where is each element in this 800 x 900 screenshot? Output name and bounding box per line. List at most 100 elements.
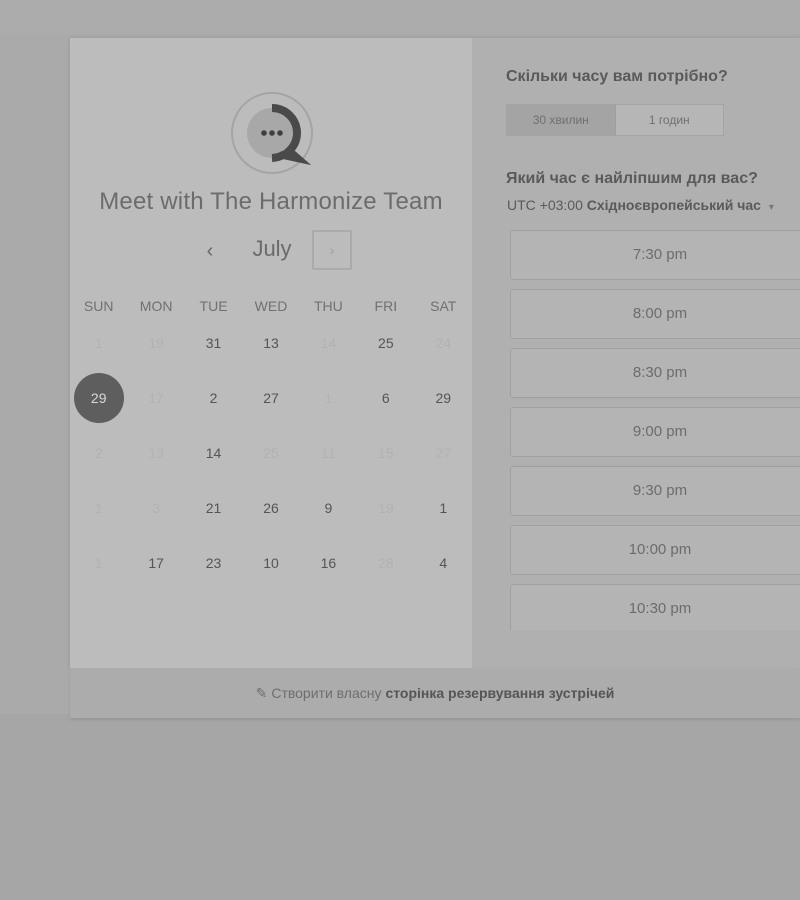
calendar-day-number: 17 <box>148 555 164 571</box>
weekday-sun: SUN <box>83 298 114 314</box>
calendar-day-number: 17 <box>148 390 164 406</box>
calendar-day-number: 25 <box>263 445 279 461</box>
calendar-day[interactable]: 14 <box>185 438 242 468</box>
calendar-day-number: 1 <box>439 500 448 516</box>
calendar-day-number: 1 <box>94 500 103 516</box>
calendar-day: 19 <box>127 328 184 358</box>
calendar-day-number: 21 <box>205 500 222 516</box>
caret-down-icon: ▾ <box>768 202 774 213</box>
month-label: July <box>252 236 292 261</box>
footer-text: Створити власну <box>271 685 382 701</box>
weekday-sat: SAT <box>430 298 457 314</box>
calendar-day-number: 24 <box>435 335 452 351</box>
calendar-day-number: 27 <box>435 445 452 461</box>
duration-question: Скільки часу вам потрібно? <box>506 68 728 85</box>
time-slot-list[interactable]: 7:30 pm 8:00 pm 8:30 pm 9:00 pm 9:30 pm … <box>472 230 800 630</box>
calendar-day[interactable]: 2 <box>185 383 242 413</box>
calendar-day[interactable]: 23 <box>185 548 242 578</box>
pencil-icon: ✎ <box>255 684 268 701</box>
calendar-week-row: 2 13 14 25 11 15 27 <box>70 438 472 468</box>
footer-bar[interactable]: ✎ Створити власну сторінка резервування … <box>70 668 800 718</box>
calendar-day-number: 15 <box>378 445 394 461</box>
time-slot[interactable]: 9:00 pm <box>510 407 800 457</box>
calendar-day-number: 1 <box>94 555 103 571</box>
calendar-day: 1 <box>70 548 127 578</box>
calendar-day[interactable]: 1 <box>415 493 472 523</box>
calendar-day: 28 <box>357 548 414 578</box>
duration-30-min-button[interactable]: 30 хвилин <box>507 105 616 135</box>
duration-selector: 30 хвилин 1 годин <box>506 104 724 136</box>
calendar-day-number: 31 <box>205 335 222 351</box>
calendar-day-number: 19 <box>378 500 394 516</box>
time-question: Який час є найліпшим для вас? <box>506 170 758 187</box>
calendar-day: 1 <box>300 383 357 413</box>
calendar-day-number: 28 <box>378 555 394 571</box>
calendar-day[interactable]: 13 <box>242 328 299 358</box>
calendar-day: 13 <box>127 438 184 468</box>
calendar-day[interactable]: 26 <box>242 493 299 523</box>
weekday-mon: MON <box>139 298 173 314</box>
calendar-day-number: 1 <box>94 335 103 351</box>
weekday-fri: FRI <box>374 298 398 314</box>
calendar-day: 24 <box>415 328 472 358</box>
calendar-day-number: 26 <box>263 500 279 516</box>
calendar-day-number: 16 <box>320 555 337 571</box>
calendar-day[interactable]: 6 <box>357 383 414 413</box>
calendar-day[interactable]: 9 <box>300 493 357 523</box>
footer-link[interactable]: сторінка резервування зустрічей <box>385 685 614 701</box>
timezone-name: Східноєвропейський час <box>586 197 761 213</box>
time-slot[interactable]: 7:30 pm <box>510 230 800 280</box>
calendar-day: 15 <box>357 438 414 468</box>
calendar-day: 2 <box>70 438 127 468</box>
calendar-week-row: 1 17 23 10 16 28 4 <box>70 548 472 578</box>
calendar-day-number: 29 <box>435 390 452 406</box>
calendar-day: 1 <box>70 328 127 358</box>
top-strip <box>0 0 800 35</box>
calendar-day-number: 2 <box>94 445 103 461</box>
calendar-day: 1 <box>70 493 127 523</box>
calendar-week-row: 29 17 2 27 1 6 29 <box>70 373 472 423</box>
calendar-day: 19 <box>357 493 414 523</box>
prev-month-button[interactable]: ‹ <box>196 238 224 266</box>
calendar-day: 27 <box>415 438 472 468</box>
calendar-day-number: 13 <box>148 445 164 461</box>
calendar-day-number: 19 <box>148 335 164 351</box>
calendar-day-number: 6 <box>381 390 390 406</box>
calendar-day-number: 14 <box>320 335 337 351</box>
calendar-day: 14 <box>300 328 357 358</box>
calendar-day[interactable]: 10 <box>242 548 299 578</box>
calendar-day-number: 11 <box>321 445 336 461</box>
time-slot[interactable]: 9:30 pm <box>510 466 800 516</box>
timezone-offset: UTC +03:00 <box>507 197 583 213</box>
calendar-day-number: 1 <box>324 390 333 406</box>
calendar-day-number: 2 <box>209 390 218 406</box>
time-slot[interactable]: 8:30 pm <box>510 348 800 398</box>
calendar-day[interactable]: 29 <box>415 383 472 413</box>
calendar-day[interactable]: 4 <box>415 548 472 578</box>
calendar-day-number: 27 <box>263 390 279 406</box>
duration-1-hour-button[interactable]: 1 годин <box>616 105 724 135</box>
time-slot[interactable]: 10:00 pm <box>510 525 800 575</box>
calendar-day[interactable]: 17 <box>127 548 184 578</box>
calendar-day[interactable]: 27 <box>242 383 299 413</box>
weekday-wed: WED <box>254 298 288 314</box>
next-month-button[interactable]: › <box>312 230 352 270</box>
calendar-day: 17 <box>127 383 184 413</box>
calendar-day-number: 14 <box>205 445 222 461</box>
calendar-day[interactable]: 21 <box>185 493 242 523</box>
calendar-day[interactable]: 31 <box>185 328 242 358</box>
time-slot[interactable]: 8:00 pm <box>510 289 800 339</box>
calendar-day-number: 3 <box>152 500 161 516</box>
calendar-day-selected[interactable]: 29 <box>70 373 127 423</box>
page-title: Meet with The Harmonize Team <box>99 188 443 215</box>
time-slot[interactable]: 10:30 pm <box>510 584 800 630</box>
calendar-day-number: 4 <box>439 555 448 571</box>
calendar-day-number: 29 <box>73 373 124 423</box>
calendar-day-number: 10 <box>263 555 279 571</box>
weekday-thu: THU <box>314 298 343 314</box>
calendar-day[interactable]: 16 <box>300 548 357 578</box>
chat-bubble-icon <box>247 104 312 166</box>
calendar-day[interactable]: 25 <box>357 328 414 358</box>
calendar-day: 25 <box>242 438 299 468</box>
timezone-dropdown[interactable]: UTC +03:00 Східноєвропейський час ▾ <box>507 197 774 213</box>
